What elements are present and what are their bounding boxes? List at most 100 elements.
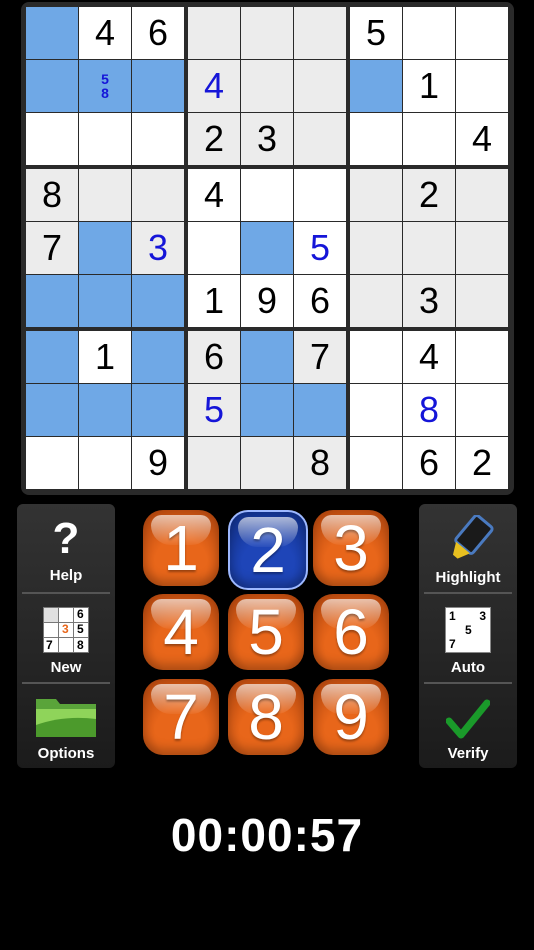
cell-r2c1[interactable] bbox=[26, 60, 78, 112]
cell-r1c1[interactable] bbox=[26, 7, 78, 59]
number-label: 6 bbox=[333, 596, 369, 668]
cell-r6c2[interactable] bbox=[79, 275, 131, 327]
cell-r5c1[interactable]: 7 bbox=[26, 222, 78, 274]
cell-r3c2[interactable] bbox=[79, 113, 131, 165]
cell-r8c1[interactable] bbox=[26, 384, 78, 436]
cell-r7c8[interactable]: 4 bbox=[403, 331, 455, 383]
cell-r4c7[interactable] bbox=[350, 169, 402, 221]
cell-r3c6[interactable] bbox=[294, 113, 346, 165]
number-button-6[interactable]: 6 bbox=[313, 594, 389, 670]
cell-r7c4[interactable]: 6 bbox=[188, 331, 240, 383]
cell-r7c5[interactable] bbox=[241, 331, 293, 383]
options-button[interactable]: Options bbox=[17, 686, 115, 766]
cell-r6c9[interactable] bbox=[456, 275, 508, 327]
cell-r5c7[interactable] bbox=[350, 222, 402, 274]
cell-r2c4[interactable]: 4 bbox=[188, 60, 240, 112]
cell-r9c7[interactable] bbox=[350, 437, 402, 489]
cell-r3c9[interactable]: 4 bbox=[456, 113, 508, 165]
cell-r6c3[interactable] bbox=[132, 275, 184, 327]
cell-r7c2[interactable]: 1 bbox=[79, 331, 131, 383]
cell-r1c6[interactable] bbox=[294, 7, 346, 59]
cell-r7c1[interactable] bbox=[26, 331, 78, 383]
cell-r2c8[interactable]: 1 bbox=[403, 60, 455, 112]
cell-r1c2[interactable]: 4 bbox=[79, 7, 131, 59]
cell-r5c5[interactable] bbox=[241, 222, 293, 274]
new-game-button[interactable]: 6 3 5 7 8 New bbox=[17, 596, 115, 680]
cell-r8c3[interactable] bbox=[132, 384, 184, 436]
cell-r9c4[interactable] bbox=[188, 437, 240, 489]
cell-r4c4[interactable]: 4 bbox=[188, 169, 240, 221]
cell-r5c8[interactable] bbox=[403, 222, 455, 274]
cell-r4c9[interactable] bbox=[456, 169, 508, 221]
cell-r6c1[interactable] bbox=[26, 275, 78, 327]
number-button-9[interactable]: 9 bbox=[313, 679, 389, 755]
number-button-3[interactable]: 3 bbox=[313, 510, 389, 586]
cell-r5c9[interactable] bbox=[456, 222, 508, 274]
help-button[interactable]: ? Help bbox=[17, 504, 115, 588]
cell-r4c1[interactable]: 8 bbox=[26, 169, 78, 221]
cell-r8c2[interactable] bbox=[79, 384, 131, 436]
cell-r5c4[interactable] bbox=[188, 222, 240, 274]
number-button-2[interactable]: 2 bbox=[228, 510, 308, 590]
cell-r2c3[interactable] bbox=[132, 60, 184, 112]
cell-r5c6[interactable]: 5 bbox=[294, 222, 346, 274]
number-button-1[interactable]: 1 bbox=[143, 510, 219, 586]
cell-r3c5[interactable]: 3 bbox=[241, 113, 293, 165]
cell-r1c9[interactable] bbox=[456, 7, 508, 59]
cell-r7c9[interactable] bbox=[456, 331, 508, 383]
cell-r5c3[interactable]: 3 bbox=[132, 222, 184, 274]
cell-r9c5[interactable] bbox=[241, 437, 293, 489]
cell-r6c7[interactable] bbox=[350, 275, 402, 327]
verify-label: Verify bbox=[447, 745, 489, 762]
cell-r6c6[interactable]: 6 bbox=[294, 275, 346, 327]
cell-r3c3[interactable] bbox=[132, 113, 184, 165]
cell-r2c7[interactable] bbox=[350, 60, 402, 112]
cell-r9c3[interactable]: 9 bbox=[132, 437, 184, 489]
cell-r9c6[interactable]: 8 bbox=[294, 437, 346, 489]
cell-r8c8[interactable]: 8 bbox=[403, 384, 455, 436]
verify-button[interactable]: Verify bbox=[419, 686, 517, 766]
folder-icon bbox=[36, 699, 96, 737]
highlight-button[interactable]: Highlight bbox=[419, 504, 517, 590]
cell-r8c5[interactable] bbox=[241, 384, 293, 436]
cell-r9c8[interactable]: 6 bbox=[403, 437, 455, 489]
auto-button[interactable]: 1 3 5 7 Auto bbox=[419, 596, 517, 680]
cell-r6c4[interactable]: 1 bbox=[188, 275, 240, 327]
cell-r8c6[interactable] bbox=[294, 384, 346, 436]
cell-r6c8[interactable]: 3 bbox=[403, 275, 455, 327]
cell-r3c1[interactable] bbox=[26, 113, 78, 165]
cell-r1c4[interactable] bbox=[188, 7, 240, 59]
cell-r4c3[interactable] bbox=[132, 169, 184, 221]
cell-r7c3[interactable] bbox=[132, 331, 184, 383]
cell-r8c9[interactable] bbox=[456, 384, 508, 436]
cell-r4c2[interactable] bbox=[79, 169, 131, 221]
number-button-7[interactable]: 7 bbox=[143, 679, 219, 755]
cell-r1c7[interactable]: 5 bbox=[350, 7, 402, 59]
number-button-8[interactable]: 8 bbox=[228, 679, 304, 755]
cell-r2c2[interactable]: 58 bbox=[79, 60, 131, 112]
cell-r3c4[interactable]: 2 bbox=[188, 113, 240, 165]
cell-r3c8[interactable] bbox=[403, 113, 455, 165]
cell-r5c2[interactable] bbox=[79, 222, 131, 274]
cell-r4c6[interactable] bbox=[294, 169, 346, 221]
cell-r9c2[interactable] bbox=[79, 437, 131, 489]
cell-r3c7[interactable] bbox=[350, 113, 402, 165]
cell-r1c3[interactable]: 6 bbox=[132, 7, 184, 59]
cell-r1c8[interactable] bbox=[403, 7, 455, 59]
cell-r2c5[interactable] bbox=[241, 60, 293, 112]
cell-r7c7[interactable] bbox=[350, 331, 402, 383]
checkmark-icon bbox=[446, 699, 490, 739]
cell-r8c7[interactable] bbox=[350, 384, 402, 436]
cell-r9c1[interactable] bbox=[26, 437, 78, 489]
cell-r1c5[interactable] bbox=[241, 7, 293, 59]
cell-r2c9[interactable] bbox=[456, 60, 508, 112]
number-button-5[interactable]: 5 bbox=[228, 594, 304, 670]
cell-r6c5[interactable]: 9 bbox=[241, 275, 293, 327]
cell-r2c6[interactable] bbox=[294, 60, 346, 112]
cell-r4c5[interactable] bbox=[241, 169, 293, 221]
cell-r4c8[interactable]: 2 bbox=[403, 169, 455, 221]
cell-r7c6[interactable]: 7 bbox=[294, 331, 346, 383]
number-button-4[interactable]: 4 bbox=[143, 594, 219, 670]
cell-r9c9[interactable]: 2 bbox=[456, 437, 508, 489]
cell-r8c4[interactable]: 5 bbox=[188, 384, 240, 436]
